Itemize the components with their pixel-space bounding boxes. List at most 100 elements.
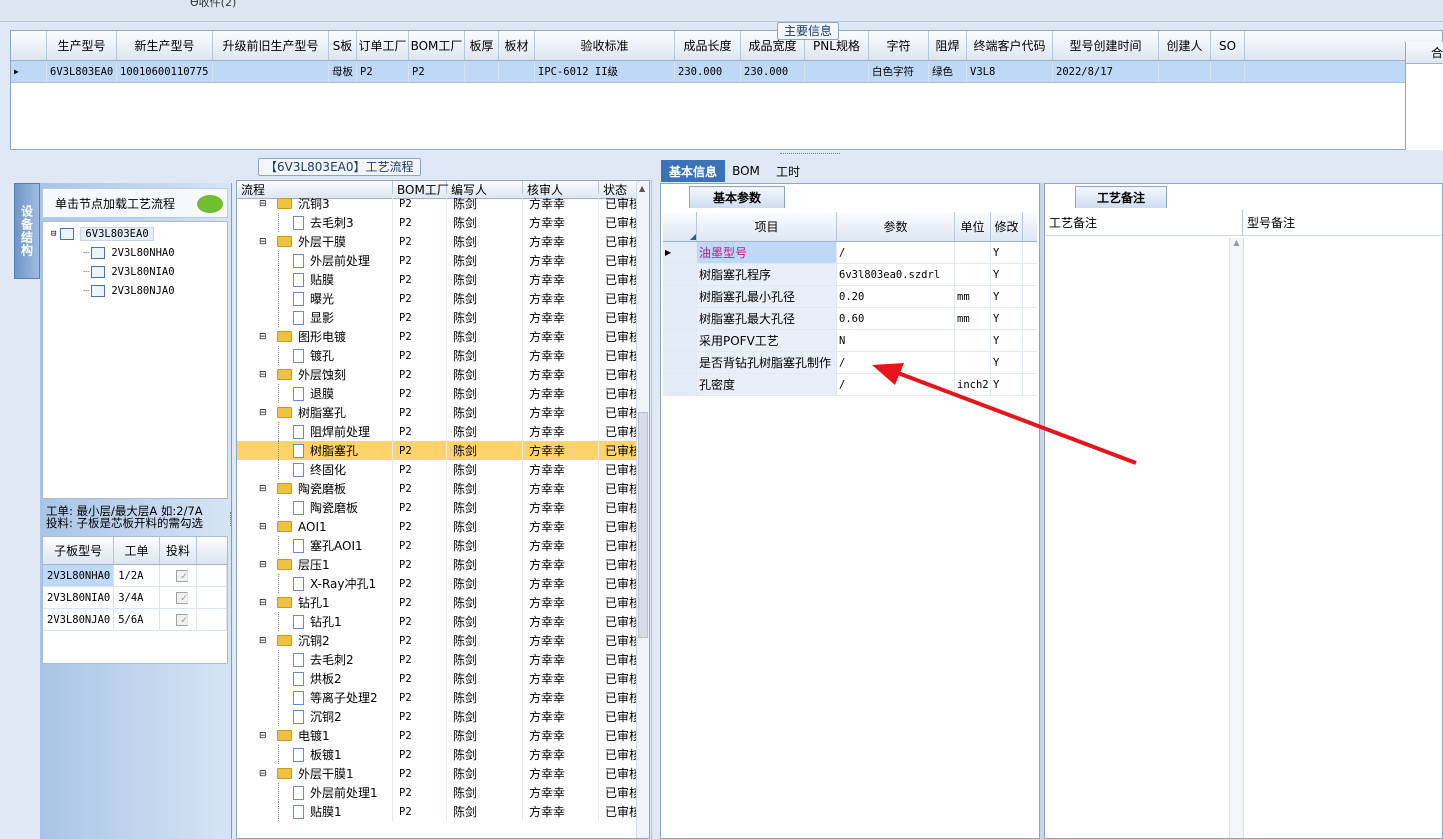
scroll-up-icon[interactable]: ▲ [639,184,645,193]
cell[interactable]: 6V3L803EA0 [47,61,117,82]
process-step[interactable]: ⊟ 层压1 [237,555,393,574]
column-header[interactable]: 型号创建时间 [1053,31,1159,60]
process-note-field[interactable] [1045,238,1229,838]
cell[interactable]: 230.000 [675,61,741,82]
feed-checkbox[interactable]: ✓ [175,591,188,604]
cell[interactable]: 母板 [329,61,357,82]
column-header[interactable]: 生产型号 [47,31,117,60]
process-row[interactable]: 去毛刺3 P2 陈剑 方幸幸 已审核 [237,213,649,232]
cell[interactable] [213,61,329,82]
process-step[interactable]: ⊟ 电镀1 [237,726,393,745]
process-step[interactable]: ⊟ 外层干膜1 [237,764,393,783]
column-header[interactable]: S板 [329,31,357,60]
row-indicator[interactable] [663,308,697,329]
process-row[interactable]: 外层前处理1 P2 陈剑 方幸幸 已审核 [237,783,649,802]
column-header[interactable]: 单位 [955,212,991,241]
sub-board-feed[interactable]: ✓ [160,609,198,630]
process-step[interactable]: ⊟ 外层干膜 [237,232,393,251]
cell[interactable]: 230.000 [741,61,805,82]
column-header[interactable]: 新生产型号 [117,31,213,60]
collapse-icon[interactable]: ⊟ [51,229,56,239]
column-header[interactable]: 成品长度 [675,31,741,60]
process-step[interactable]: 贴膜1 [237,802,393,821]
process-row[interactable]: ⊟ 图形电镀 P2 陈剑 方幸幸 已审核 [237,327,649,346]
splitter-handle[interactable] [230,512,235,526]
process-step[interactable]: ⊟ 沉铜2 [237,631,393,650]
column-header[interactable]: 工单 [114,537,160,564]
process-row[interactable]: ⊟ 外层干膜 P2 陈剑 方幸幸 已审核 [237,232,649,251]
process-row[interactable]: 贴膜1 P2 陈剑 方幸幸 已审核 [237,802,649,821]
process-step[interactable]: X-Ray冲孔1 [237,574,393,593]
collapse-icon[interactable]: ⊟ [259,408,267,418]
process-step[interactable]: ⊟ 图形电镀 [237,327,393,346]
sub-board-order[interactable]: 5/6A [114,609,160,630]
tab-worktime[interactable]: 工时 [768,160,808,182]
cell[interactable] [1211,61,1245,82]
column-header[interactable]: 项目 [697,212,837,241]
process-scrollbar[interactable]: ▲ [636,182,649,838]
process-row[interactable]: 贴膜 P2 陈剑 方幸幸 已审核 [237,270,649,289]
notes-scrollbar[interactable]: ▲ [1229,238,1243,838]
process-row[interactable]: 镀孔 P2 陈剑 方幸幸 已审核 [237,346,649,365]
process-row[interactable]: 塞孔AOI1 P2 陈剑 方幸幸 已审核 [237,536,649,555]
process-step[interactable]: 等离子处理2 [237,688,393,707]
param-row[interactable]: ▶ 油墨型号 / Y [663,242,1037,264]
process-step[interactable]: ⊟ AOI1 [237,517,393,536]
param-value[interactable]: 0.20 [837,286,955,307]
model-note-field[interactable] [1243,238,1442,838]
cell[interactable]: P2 [409,61,465,82]
tree-node[interactable]: ⊟ 6V3L803EA0 [51,225,154,243]
column-header[interactable]: SO [1211,31,1245,60]
process-row[interactable]: 显影 P2 陈剑 方幸幸 已审核 [237,308,649,327]
param-value[interactable]: 6v3l803ea0.szdrl [837,264,955,285]
cell[interactable]: 10010600110775 [117,61,213,82]
process-step[interactable]: 塞孔AOI1 [237,536,393,555]
sub-board-row[interactable]: 2V3L80NJA0 5/6A ✓ [43,609,227,631]
collapse-icon[interactable]: ⊟ [259,560,267,570]
collapse-icon[interactable]: ⊟ [259,332,267,342]
process-row[interactable]: 沉铜2 P2 陈剑 方幸幸 已审核 [237,707,649,726]
param-row[interactable]: 树脂塞孔程序 6v3l803ea0.szdrl Y [663,264,1037,286]
param-value[interactable]: 0.60 [837,308,955,329]
process-step[interactable]: 外层前处理1 [237,783,393,802]
collapse-icon[interactable]: ⊟ [259,484,267,494]
collapse-icon[interactable]: ⊟ [259,522,267,532]
process-row[interactable]: 钻孔1 P2 陈剑 方幸幸 已审核 [237,612,649,631]
sub-board-feed[interactable]: ✓ [160,587,198,608]
cell[interactable]: 白色字符 [869,61,929,82]
collapse-icon[interactable]: ⊟ [259,769,267,779]
process-step[interactable]: 去毛刺2 [237,650,393,669]
collapse-icon[interactable]: ⊟ [259,636,267,646]
collapse-icon[interactable]: ⊟ [259,370,267,380]
process-row[interactable]: 阻焊前处理 P2 陈剑 方幸幸 已审核 [237,422,649,441]
column-header[interactable]: 投料 [160,537,198,564]
process-step[interactable]: 曝光 [237,289,393,308]
feed-checkbox[interactable]: ✓ [175,569,188,582]
process-step[interactable]: 退膜 [237,384,393,403]
cell[interactable] [499,61,535,82]
cell[interactable]: P2 [357,61,409,82]
tree-node[interactable]: ┄ 2V3L80NHA0 [83,244,175,262]
cell[interactable]: IPC-6012 II级 [535,61,675,82]
cell[interactable] [1159,61,1211,82]
tree-node[interactable]: ┄ 2V3L80NIA0 [83,263,175,281]
process-step[interactable]: 贴膜 [237,270,393,289]
process-row[interactable]: 去毛刺2 P2 陈剑 方幸幸 已审核 [237,650,649,669]
process-step[interactable]: 钻孔1 [237,612,393,631]
row-indicator[interactable]: ▶ [11,61,47,82]
column-header[interactable]: 升级前旧生产型号 [213,31,329,60]
process-row[interactable]: 外层前处理 P2 陈剑 方幸幸 已审核 [237,251,649,270]
param-value[interactable]: N [837,330,955,351]
process-row[interactable]: ⊟ 沉铜3 P2 陈剑 方幸幸 已审核 [237,194,649,213]
cell[interactable]: 绿色 [929,61,967,82]
cell[interactable]: 2022/8/17 [1053,61,1159,82]
main-info-row[interactable]: ▶ 6V3L803EA0 10010600110775 母板 P2 P2 IPC-6012 … [11,61,1442,83]
row-indicator[interactable] [663,286,697,307]
row-indicator[interactable] [663,374,697,395]
collapse-icon[interactable]: ⊟ [259,199,267,209]
process-step[interactable]: 外层前处理 [237,251,393,270]
cell[interactable]: V3L8 [967,61,1053,82]
process-step[interactable]: 阻焊前处理 [237,422,393,441]
process-row[interactable]: ⊟ 电镀1 P2 陈剑 方幸幸 已审核 [237,726,649,745]
splitter-handle[interactable] [780,153,840,157]
